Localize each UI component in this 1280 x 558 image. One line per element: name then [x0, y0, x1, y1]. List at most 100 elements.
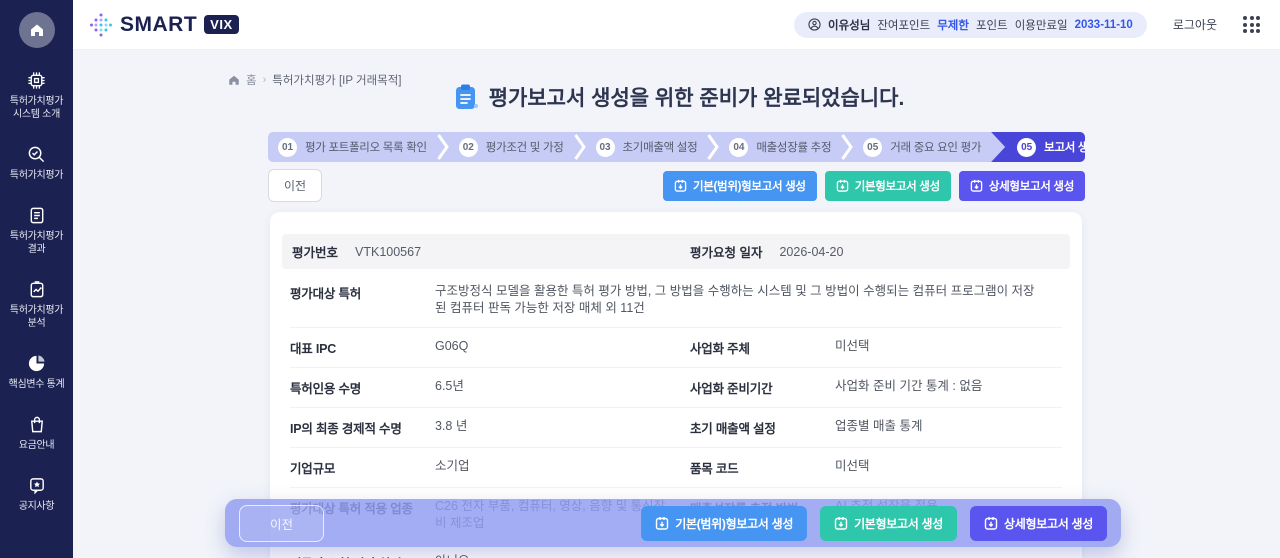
points-suffix: 포인트 — [975, 19, 1008, 32]
step-label: 보고서 생성 — [1044, 142, 1085, 154]
button-label: 기본(범위)형보고서 생성 — [675, 516, 794, 531]
report-icon — [656, 517, 669, 530]
sidebar-item-system-intro[interactable]: 특허가치평가 시스템 소개 — [0, 70, 73, 121]
field-value: 2026-04-20 — [779, 244, 844, 259]
basic-report-button-floating[interactable]: 기본형보고서 생성 — [820, 505, 958, 541]
logo-text: SMART — [120, 12, 198, 36]
field-value: 미선택 — [835, 459, 870, 473]
field-value: 사업화 준비 기간 통계 : 없음 — [835, 379, 983, 393]
points-value: 무제한 — [937, 19, 969, 32]
actions-row: 이전 기본(범위)형보고서 생성 기본형보고서 생성 상세형보고서 생성 — [268, 169, 1085, 202]
previous-button-floating[interactable]: 이전 — [239, 504, 325, 542]
breadcrumb-home[interactable]: 홈 — [246, 72, 257, 88]
button-label: 기본(범위)형보고서 생성 — [692, 180, 806, 193]
expiry-label: 이용만료일 — [1014, 19, 1068, 32]
table-header-row: 평가번호 VTK100567 평가요청 일자 2026-04-20 — [282, 234, 1070, 269]
report-icon — [834, 517, 848, 530]
button-label: 기본형보고서 생성 — [854, 516, 944, 531]
field-value: 6.5년 — [435, 379, 464, 393]
result-doc-icon — [27, 205, 47, 225]
field-label: 평가대상 특허 — [290, 287, 362, 301]
analysis-icon — [27, 279, 47, 299]
detailed-report-button-floating[interactable]: 상세형보고서 생성 — [970, 505, 1107, 541]
logo[interactable]: SMART VIX — [89, 12, 239, 38]
breadcrumb-chevron-icon: › — [262, 74, 267, 86]
table-row: 특허인용 수명 6.5년 사업화 준비기간 사업화 준비 기간 통계 : 없음 — [290, 368, 1062, 408]
table-row: 기업규모 소기업 품목 코드 미선택 — [290, 448, 1062, 488]
logo-badge: VIX — [204, 15, 239, 34]
field-label: IP의 최종 경제적 수명 — [290, 422, 402, 436]
basic-report-button[interactable]: 기본형보고서 생성 — [824, 170, 951, 201]
app-root: 특허가치평가 시스템 소개 특허가치평가 특허가치평가 결과 특허가치평가 분석 — [0, 0, 1280, 558]
field-label: 초기 매출액 설정 — [690, 422, 776, 436]
page-title: 평가보고서 생성을 위한 준비가 완료되었습니다. — [270, 82, 1087, 112]
field-label: 사업화 준비기간 — [690, 382, 773, 396]
step-number: 04 — [729, 137, 749, 157]
field-value: 3.8 년 — [435, 419, 468, 433]
step-6-report-active[interactable]: 05 보고서 생성 — [991, 132, 1085, 162]
sidebar-item-pricing[interactable]: 요금안내 — [0, 414, 73, 452]
step-2[interactable]: 02 평가조건 및 가정 — [449, 132, 574, 162]
field-label: 기업규모 — [290, 462, 336, 476]
basic-range-report-button[interactable]: 기본(범위)형보고서 생성 — [662, 170, 817, 201]
sidebar-item-label: 핵심변수 통계 — [8, 379, 65, 390]
step-number: 05 — [863, 137, 883, 157]
sidebar-item-key-stats[interactable]: 핵심변수 통계 — [0, 353, 73, 391]
chevron-separator-icon — [437, 134, 449, 160]
page-title-text: 평가보고서 생성을 위한 준비가 완료되었습니다. — [488, 87, 905, 110]
home-icon — [30, 24, 43, 36]
home-button[interactable] — [18, 12, 55, 48]
chevron-separator-icon — [841, 134, 854, 160]
step-label: 평가 포트폴리오 목록 확인 — [305, 142, 427, 154]
button-label: 상세형보고서 생성 — [1004, 516, 1093, 531]
step-5[interactable]: 05 거래 중요 요인 평가 — [853, 132, 991, 162]
step-1[interactable]: 01 평가 포트폴리오 목록 확인 — [268, 132, 437, 162]
step-number: 03 — [595, 137, 615, 157]
step-label: 평가조건 및 가정 — [485, 142, 564, 154]
expiry-date: 2033-11-10 — [1074, 18, 1133, 31]
sidebar-item-label: 특허가치평가 결과 — [9, 231, 64, 255]
step-3[interactable]: 03 초기매출액 설정 — [586, 132, 708, 162]
previous-button[interactable]: 이전 — [268, 169, 323, 202]
step-number: 02 — [458, 137, 478, 157]
table-row: 대표 IPC G06Q 사업화 주체 미선택 — [290, 328, 1062, 368]
report-icon — [984, 517, 998, 530]
header-right: 이유성님 잔여포인트 무제한 포인트 이용만료일 2033-11-10 로그아웃 — [793, 11, 1260, 38]
sidebar-item-label: 특허가치평가 시스템 소개 — [9, 96, 64, 120]
field-label: 품목 코드 — [690, 462, 739, 476]
field-label: 대표 IPC — [290, 342, 337, 356]
sidebar-item-result[interactable]: 특허가치평가 결과 — [0, 205, 73, 256]
sidebar-item-analysis[interactable]: 특허가치평가 분석 — [0, 279, 73, 330]
sidebar-nav: 특허가치평가 시스템 소개 특허가치평가 특허가치평가 결과 특허가치평가 분석 — [0, 70, 73, 513]
pricing-bag-icon — [27, 414, 47, 434]
field-value: 아니오 — [435, 553, 690, 558]
cpu-icon — [27, 70, 47, 90]
report-clipboard-icon — [455, 84, 478, 109]
basic-range-report-button-floating[interactable]: 기본(범위)형보고서 생성 — [641, 505, 808, 541]
field-label: 평가번호 — [292, 246, 339, 260]
field-label: 사업화 주체 — [690, 342, 750, 356]
sidebar-item-valuation[interactable]: 특허가치평가 — [0, 144, 73, 182]
sidebar-item-label: 특허가치평가 — [9, 170, 64, 181]
report-icon — [970, 179, 983, 192]
step-wizard: 01 평가 포트폴리오 목록 확인 02 평가조건 및 가정 03 초기매출액 … — [268, 132, 1085, 162]
logout-button[interactable]: 로그아웃 — [1173, 16, 1217, 33]
table-row: 평가대상 특허 구조방정식 모델을 활용한 특허 평가 방법, 그 방법을 수행… — [290, 273, 1062, 328]
step-label: 초기매출액 설정 — [622, 142, 698, 154]
detailed-report-button[interactable]: 상세형보고서 생성 — [958, 170, 1085, 201]
field-value: 소기업 — [435, 459, 470, 473]
sidebar-item-label: 공지사항 — [18, 501, 55, 512]
sidebar-item-notice[interactable]: 공지사항 — [0, 475, 73, 513]
floating-action-bar: 이전 기본(범위)형보고서 생성 기본형보고서 생성 상세형보고서 생성 — [225, 499, 1121, 547]
user-name: 이유성님 — [827, 19, 871, 32]
step-4[interactable]: 04 매출성장률 추정 — [719, 132, 841, 162]
notice-icon — [27, 475, 47, 495]
step-number: 01 — [278, 137, 297, 157]
pie-stats-icon — [27, 353, 47, 373]
points-label: 잔여포인트 — [877, 19, 931, 32]
chevron-separator-icon — [707, 134, 720, 160]
sidebar-item-label: 특허가치평가 분석 — [9, 305, 64, 329]
step-label: 매출성장률 추정 — [756, 142, 832, 154]
logo-dots-icon — [90, 13, 112, 36]
apps-grid-icon[interactable] — [1243, 16, 1260, 33]
